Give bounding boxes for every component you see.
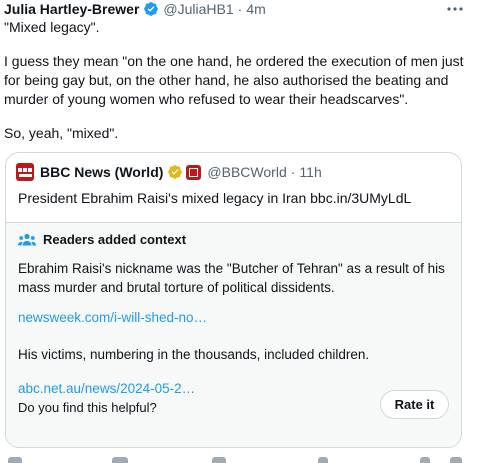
context-link-newsweek[interactable]: newsweek.com/i-will-shed-no… [18,310,207,325]
quoted-author-name[interactable]: BBC News (World) [40,164,163,180]
repost-icon[interactable] [112,457,128,463]
reply-icon[interactable] [8,457,22,463]
rate-it-button[interactable]: Rate it [380,390,449,419]
author-handle[interactable]: @JuliaHB1 [163,1,233,17]
tweet-text-line-3: So, yeah, "mixed". [4,125,119,141]
quoted-text: President Ebrahim Raisi's mixed legacy i… [18,190,412,206]
verified-badge-icon[interactable] [143,1,159,17]
more-options-icon[interactable] [444,0,466,18]
gold-verified-icon[interactable] [167,164,183,180]
author-name[interactable]: Julia Hartley-Brewer [4,1,139,17]
action-bar [0,457,481,463]
context-paragraph-2: His victims, numbering in the thousands,… [18,347,370,362]
affiliate-badge-icon[interactable] [186,164,202,180]
helpful-question: Do you find this helpful? [18,400,157,415]
like-icon[interactable] [212,457,226,463]
quoted-time[interactable]: 11h [299,164,321,180]
bookmark-icon[interactable] [420,457,430,463]
context-title: Readers added context [18,232,186,247]
bbc-logo-icon[interactable] [16,163,34,181]
quoted-header: BBC News (World) @BBCWorld · 11h [16,163,322,181]
share-icon[interactable] [450,457,462,463]
tweet-text-line-2: I guess they mean "on the one hand, he o… [4,53,464,107]
readers-people-icon [18,233,36,247]
community-note: Readers added context Ebrahim Raisi's ni… [6,222,461,447]
context-title-text: Readers added context [43,232,187,247]
tweet-text-line-1: "Mixed legacy". [4,19,100,35]
views-icon[interactable] [318,457,328,463]
context-paragraph-1: Ebrahim Raisi's nickname was the "Butche… [18,261,445,295]
quoted-handle[interactable]: @BBCWorld [207,164,286,180]
quoted-separator: · [290,164,296,180]
tweet-time[interactable]: 4m [246,1,265,17]
tweet-header: Julia Hartley-Brewer @JuliaHB1 · 4m [4,0,266,18]
quoted-tweet[interactable]: BBC News (World) @BBCWorld · 11h Preside… [5,152,462,448]
header-separator: · [237,1,243,17]
context-link-abc[interactable]: abc.net.au/news/2024-05-2… [18,381,195,396]
tweet: Julia Hartley-Brewer @JuliaHB1 · 4m "Mix… [0,0,481,463]
